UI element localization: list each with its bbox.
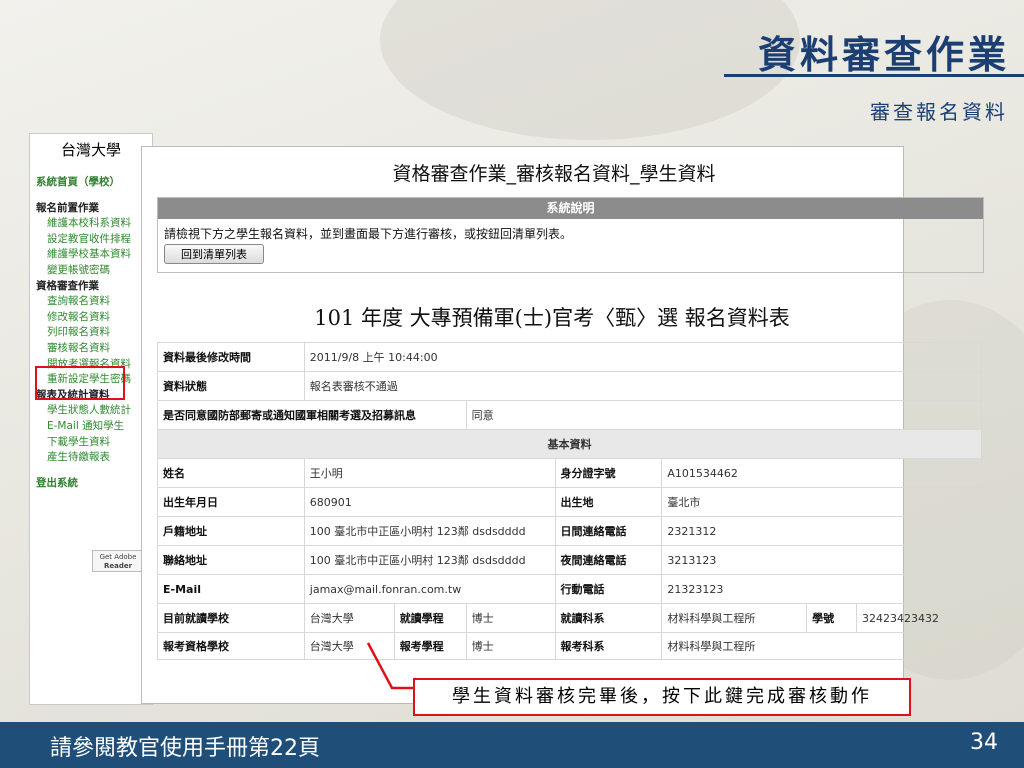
footer-page-number: 34 — [970, 730, 998, 755]
callout-arrow — [366, 642, 413, 690]
callout-arrow-line — [366, 642, 413, 690]
footer-bar: 請參閱教官使用手冊第22頁 34 — [0, 722, 1024, 768]
callout-note: 學生資料審核完畢後，按下此鍵完成審核動作 — [413, 678, 911, 716]
footer-manual-note: 請參閱教官使用手冊第22頁 — [50, 736, 320, 761]
